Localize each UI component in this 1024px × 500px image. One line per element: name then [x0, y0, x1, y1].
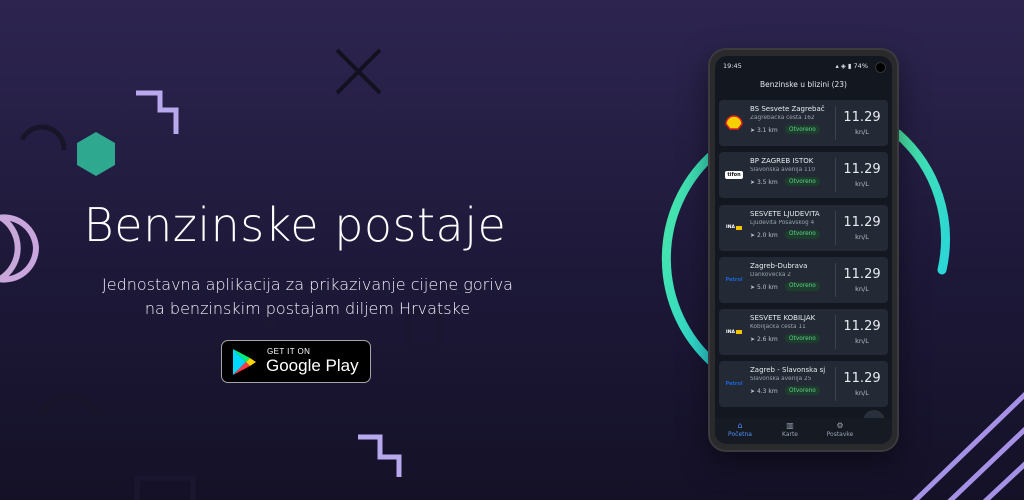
distance-value: 4.3 km	[756, 388, 778, 396]
navigation-arrow-icon: ➤	[750, 179, 756, 187]
badge-store-name: Google Play	[266, 356, 359, 375]
bottom-navigation: ⌂ Početna ▥ Karte ⚙ Postavke	[715, 418, 892, 444]
station-address: Zagrebačka cesta 162	[750, 115, 815, 121]
station-address: Dankovečka 2	[750, 271, 791, 278]
navigation-arrow-icon: ➤	[750, 336, 756, 344]
price-unit: kn/L	[855, 337, 869, 346]
status-badge: Otvoreno	[785, 386, 820, 396]
nav-label: Postavke	[826, 431, 854, 438]
nav-label: Početna	[728, 431, 752, 438]
fuel-price: 11.29	[843, 266, 881, 282]
navigation-arrow-icon: ➤	[750, 231, 756, 239]
station-address: Slavonska avenija 25	[750, 376, 812, 383]
brand-logo-ina: INA	[723, 323, 745, 341]
station-distance: ➤ 4.3 km	[750, 388, 778, 395]
map-icon: ▥	[786, 421, 794, 430]
status-badge: Otvoreno	[785, 281, 820, 291]
hero-title: Benzinske postaje	[83, 198, 507, 252]
distance-value: 3.5 km	[756, 179, 778, 187]
fuel-price: 11.29	[843, 371, 881, 387]
status-icons: ▴ ◈ ▮ 74%	[835, 62, 869, 70]
distance-value: 5.0 km	[756, 283, 778, 291]
distance-value: 2.6 km	[756, 336, 778, 344]
google-play-button[interactable]: GET IT ON Google Play	[221, 340, 371, 383]
camera-icon	[875, 62, 886, 73]
navigation-arrow-icon: ➤	[750, 388, 756, 396]
price-unit: kn/L	[855, 389, 869, 398]
station-distance: ➤ 2.6 km	[750, 336, 778, 343]
nav-label: Karte	[781, 431, 799, 438]
station-address: Ljudevita Posavskog 4	[750, 219, 815, 226]
station-card[interactable]: tifon BP ZAGREB ISTOK Slavonska avenija 11…	[719, 152, 888, 199]
station-distance: ➤ 3.1 km	[750, 127, 778, 134]
brand-logo-ina: INA	[723, 219, 745, 237]
station-distance: ➤ 3.5 km	[750, 179, 778, 186]
price-unit: kn/L	[855, 128, 869, 136]
nav-item-home[interactable]: ⌂ Početna	[715, 421, 765, 438]
nav-item-map[interactable]: ▥ Karte	[765, 421, 815, 438]
station-name: BP ZAGREB ISTOK	[750, 157, 814, 166]
station-card[interactable]: INA SESVETE KOBILJAK Kobiljačka cesta 11 ➤ …	[719, 309, 888, 356]
status-badge: Otvoreno	[785, 229, 820, 239]
battery-level: 74%	[853, 62, 868, 70]
hero-subtitle-line-1: Jednostavna aplikacija za prikazivanje c…	[102, 275, 513, 294]
station-name: SESVETE KOBILJAK	[750, 314, 816, 323]
brand-logo-petrol: Petrol	[725, 276, 743, 283]
app-bar-title: Benzinske u blizini (23)	[760, 80, 847, 89]
status-badge: Otvoreno	[785, 334, 820, 344]
badge-small-text: GET IT ON	[267, 347, 311, 356]
hero-subtitle-line-2: na benzinskim postajam diljem Hrvatske	[144, 299, 471, 318]
station-name: SESVETE LJUDEVITA	[750, 209, 820, 218]
station-address: Kobiljačka cesta 11	[750, 324, 806, 331]
price-unit: kn/L	[855, 284, 869, 293]
gear-icon: ⚙	[836, 421, 844, 430]
station-card[interactable]: Petrol Zagreb - Slavonska sj Slavonska ave…	[719, 361, 888, 408]
google-play-icon	[233, 349, 256, 375]
navigation-arrow-icon: ➤	[750, 127, 756, 134]
phone-screen: 19:45 ▴ ◈ ▮ 74% Benzinske u blizini (23)…	[715, 56, 892, 444]
station-address: Slavonska avenija 110	[750, 167, 816, 174]
fuel-price: 11.29	[843, 214, 881, 230]
station-name: Zagreb-Dubrava	[750, 261, 808, 270]
station-name: BS Sesvete Zagrebač	[750, 105, 825, 113]
fuel-price: 11.29	[843, 319, 881, 335]
station-card[interactable]: BS Sesvete Zagrebač Zagrebačka cesta 162 ➤…	[719, 100, 888, 146]
price-unit: kn/L	[855, 232, 869, 241]
nav-item-gear[interactable]: ⚙ Postavke	[815, 421, 865, 438]
phone-mockup: 19:45 ▴ ◈ ▮ 74% Benzinske u blizini (23)…	[710, 50, 897, 450]
status-badge: Otvoreno	[785, 125, 820, 134]
fuel-price: 11.29	[843, 110, 881, 125]
home-icon: ⌂	[737, 421, 743, 430]
fuel-price: 11.29	[843, 162, 881, 178]
brand-logo-petrol: Petrol	[725, 381, 743, 388]
hero-subtitle: Jednostavna aplikacija za prikazivanje c…	[0, 273, 615, 321]
price-unit: kn/L	[855, 180, 869, 189]
distance-value: 2.0 km	[756, 231, 778, 239]
navigation-arrow-icon: ➤	[750, 283, 756, 291]
station-distance: ➤ 2.0 km	[750, 232, 778, 239]
station-card[interactable]: INA SESVETE LJUDEVITA Ljudevita Posavskog …	[719, 204, 888, 251]
status-time: 19:45	[723, 62, 742, 70]
brand-logo-tifon: tifon	[725, 171, 743, 180]
station-name: Zagreb - Slavonska sj	[750, 366, 826, 375]
station-distance: ➤ 5.0 km	[750, 284, 778, 291]
station-list[interactable]: BS Sesvete Zagrebač Zagrebačka cesta 162 ➤…	[719, 100, 888, 414]
status-bar: 19:45 ▴ ◈ ▮ 74%	[715, 56, 892, 74]
status-badge: Otvoreno	[785, 177, 820, 187]
station-card[interactable]: Petrol Zagreb-Dubrava Dankovečka 2 ➤ 5.0 km…	[719, 256, 888, 303]
brand-logo-shell	[723, 114, 745, 132]
distance-value: 3.1 km	[756, 127, 778, 134]
